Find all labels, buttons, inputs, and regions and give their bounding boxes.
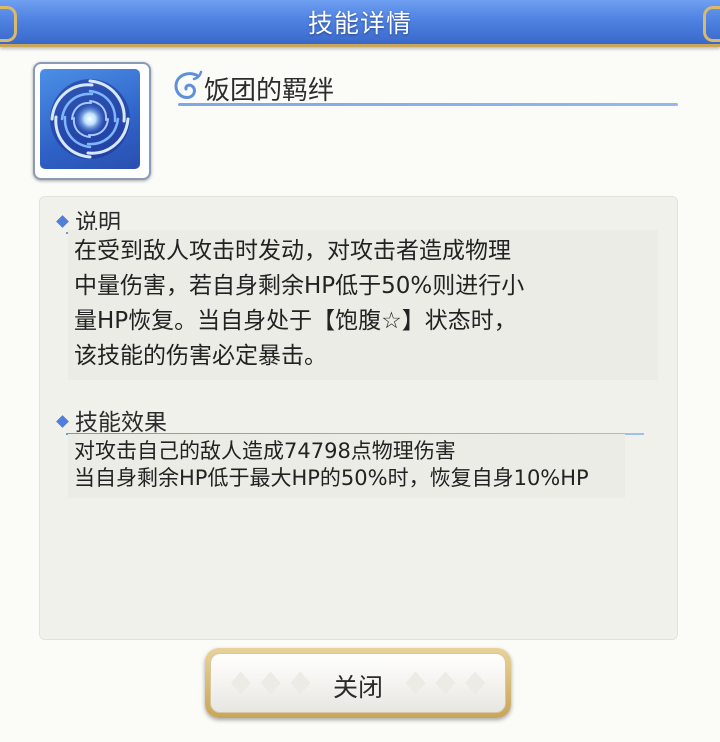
description-text: 在受到敌人攻击时发动，对攻击者造成物理 中量伤害，若自身剩余HP低于50%则进行…: [68, 230, 658, 380]
effect-heading: 技能效果: [56, 403, 167, 437]
swirl-ornament-icon: [174, 70, 203, 99]
diamond-bullet-icon: [56, 415, 69, 428]
description-line: 中量伤害，若自身剩余HP低于50%则进行小: [74, 273, 525, 299]
description-line: 量HP恢复。当自身处于【饱腹☆】状态时，: [74, 308, 517, 334]
description-line: 该技能的伤害必定暴击。: [74, 343, 327, 369]
effect-line: 对攻击自己的敌人造成74798点物理伤害: [74, 439, 456, 463]
dialog-title: 技能详情: [307, 9, 412, 38]
effect-text: 对攻击自己的敌人造成74798点物理伤害 当自身剩余HP低于最大HP的50%时，…: [68, 434, 625, 498]
skill-name: 饭团的羁绊: [204, 76, 335, 106]
skill-icon-frame: [33, 62, 151, 180]
close-button[interactable]: 关闭: [205, 648, 511, 718]
effect-line: 当自身剩余HP低于最大HP的50%时，恢复自身10%HP: [74, 466, 589, 490]
skill-detail-dialog: 技能详情 饭团的羁绊 说明 在受到敌人攻击时发动，对攻击者造成物理 中量伤害，若…: [0, 0, 720, 742]
skill-name-underline: [178, 103, 678, 106]
close-button-face[interactable]: 关闭: [210, 653, 506, 713]
diamond-bullet-icon: [56, 215, 69, 228]
close-button-label[interactable]: 关闭: [211, 668, 505, 704]
vortex-icon: [40, 69, 140, 169]
dialog-title-bar: 技能详情: [0, 0, 720, 47]
description-line: 在受到敌人攻击时发动，对攻击者造成物理: [74, 238, 511, 264]
